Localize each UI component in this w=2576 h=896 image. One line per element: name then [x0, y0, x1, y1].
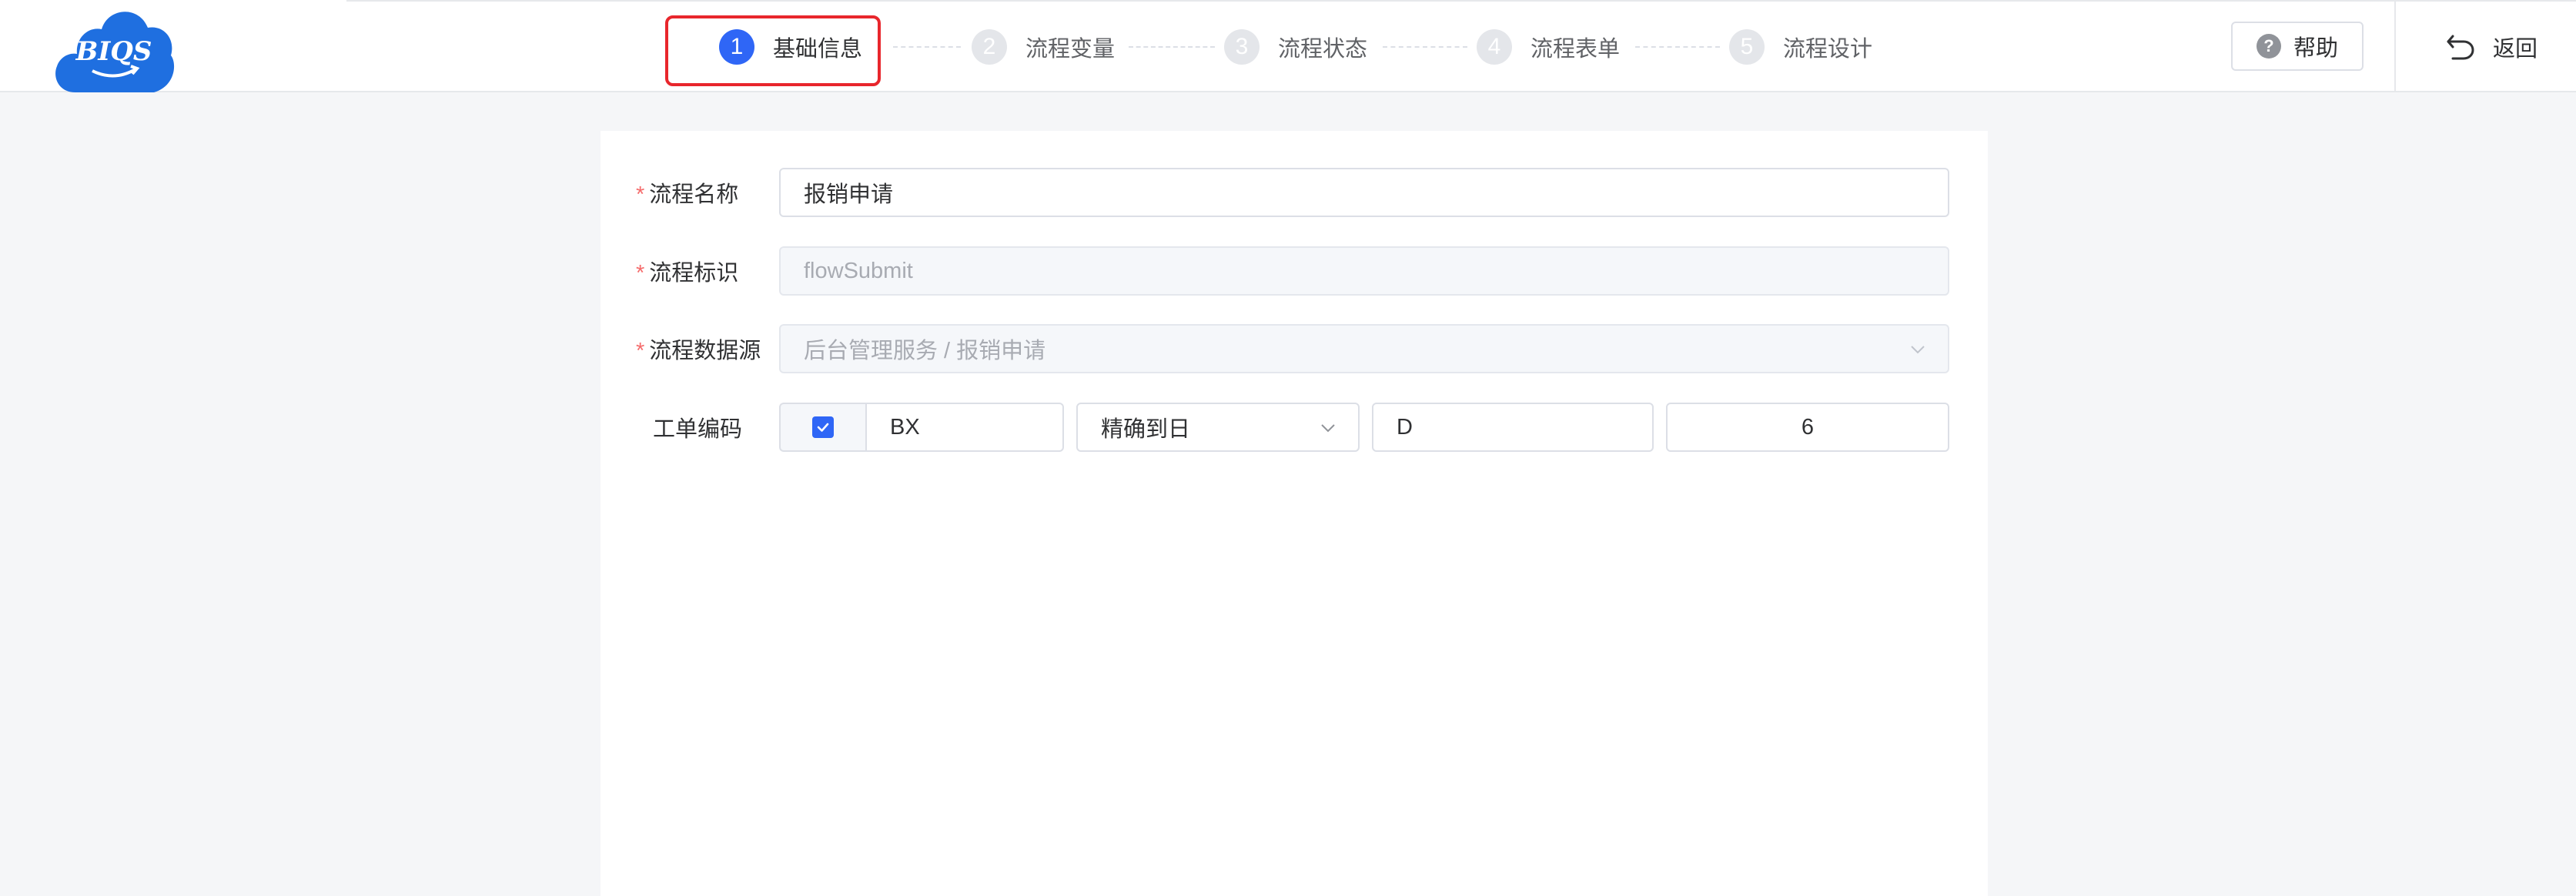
step-number: 2: [972, 29, 1007, 65]
code-length-input[interactable]: 6: [1666, 403, 1949, 452]
step-label: 流程设计: [1783, 37, 1873, 62]
field-label: * 流程数据源: [636, 339, 761, 363]
step-form[interactable]: 4 流程表单: [1477, 29, 1620, 65]
step-status[interactable]: 3 流程状态: [1224, 29, 1367, 65]
step-label: 流程变量: [1025, 37, 1116, 62]
back-button[interactable]: 返回: [2445, 28, 2538, 66]
header-separator: [2394, 0, 2396, 92]
step-number: 3: [1224, 29, 1260, 65]
required-mark: *: [636, 339, 645, 363]
datasource-value: 后台管理服务 / 报销申请: [804, 339, 1046, 363]
back-label: 返回: [2493, 37, 2538, 62]
biqs-logo[interactable]: BIQS: [52, 0, 176, 94]
header-divider: [346, 0, 2576, 2]
step-design[interactable]: 5 流程设计: [1729, 29, 1872, 65]
form-row-code: 工单编码 BX 精确到日 D 6: [601, 403, 1988, 452]
help-label: 帮助: [2293, 36, 2338, 61]
step-label: 流程状态: [1278, 37, 1368, 62]
chevron-down-icon: [1318, 418, 1338, 438]
check-icon: [817, 423, 829, 432]
step-number: 4: [1477, 29, 1512, 65]
code-enable-checkbox[interactable]: [779, 403, 865, 452]
chevron-down-icon: [1908, 339, 1928, 359]
code-precision-select[interactable]: 精确到日: [1076, 403, 1360, 452]
question-circle-icon: ?: [2256, 34, 2281, 59]
required-mark: *: [636, 261, 645, 286]
required-mark: *: [636, 182, 645, 207]
flow-key-input: flowSubmit: [779, 246, 1949, 296]
step-connector: [893, 46, 961, 48]
field-label: * 流程标识: [636, 261, 739, 286]
form-card: * 流程名称 报销申请 * 流程标识 flowSubmit * 流程数据源 后台管理服…: [601, 131, 1988, 896]
cloud-logo-icon: BIQS: [55, 12, 175, 92]
top-header: BIQS 1 基础信息 2 流程变量 3 流程状态 4 流程表单 5 流程设计: [0, 0, 2576, 92]
form-row-key: * 流程标识 flowSubmit: [601, 246, 1988, 296]
help-button[interactable]: ? 帮助: [2231, 22, 2364, 71]
step-number: 5: [1729, 29, 1765, 65]
step-connector: [1635, 46, 1720, 48]
return-arrow-icon: [2445, 32, 2476, 62]
form-row-name: * 流程名称 报销申请: [601, 168, 1988, 217]
logo-text: BIQS: [75, 36, 152, 67]
active-step-highlight: [665, 15, 881, 86]
step-connector: [1383, 46, 1467, 48]
form-row-datasource: * 流程数据源 后台管理服务 / 报销申请: [601, 324, 1988, 373]
code-prefix-input[interactable]: BX: [865, 403, 1064, 452]
field-label: * 流程名称: [636, 182, 739, 207]
precision-value: 精确到日: [1101, 417, 1191, 442]
datasource-select: 后台管理服务 / 报销申请: [779, 324, 1949, 373]
step-connector: [1129, 46, 1215, 48]
flow-name-input[interactable]: 报销申请: [779, 168, 1949, 217]
step-label: 流程表单: [1531, 37, 1621, 62]
step-variables[interactable]: 2 流程变量: [972, 29, 1115, 65]
field-label: 工单编码: [653, 417, 743, 442]
code-suffix-input[interactable]: D: [1372, 403, 1654, 452]
checkbox-checked: [812, 416, 834, 438]
